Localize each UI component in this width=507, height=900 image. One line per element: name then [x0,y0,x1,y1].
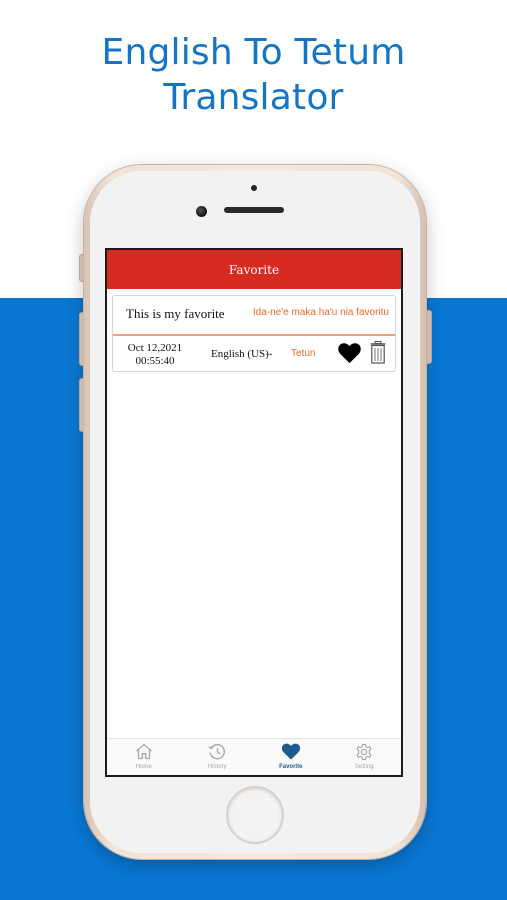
source-language: English (US) [211,348,269,360]
favorite-card-texts: This is my favorite Ida-ne'e maka ha'u n… [113,296,395,336]
phone-power-button [425,310,432,364]
target-language: Tetun [291,348,316,359]
source-text: This is my favorite [126,306,225,321]
tab-home-label: Home [135,764,152,770]
heart-icon [281,743,300,760]
promo-headline: English To Tetum Translator [0,30,507,120]
timestamp: Oct 12,2021 00:55:40 [125,342,185,368]
translated-text: Ida-ne'e maka ha'u nia favoritu [252,307,389,318]
tab-favorite[interactable]: Favorite [254,739,328,775]
tab-history-label: History [207,764,227,770]
favorite-card-meta: Oct 12,2021 00:55:40 English (US) → Tetu… [113,336,395,373]
headline-line-2: Translator [163,77,344,118]
trash-icon[interactable] [370,341,386,364]
earpiece-speaker [224,207,284,213]
tab-setting[interactable]: Setting [328,739,402,775]
history-icon [208,744,226,760]
app-header: Favorite [107,250,401,289]
favorite-time: 00:55:40 [135,355,175,367]
arrow-right-icon: → [264,348,274,359]
heart-filled-icon[interactable] [338,342,361,364]
front-camera-icon [196,206,207,217]
favorite-card[interactable]: This is my favorite Ida-ne'e maka ha'u n… [112,295,396,372]
tab-home[interactable]: Home [107,739,181,775]
bottom-tab-bar: Home History Favorite Setting [107,738,401,775]
proximity-sensor [251,185,257,191]
tab-history[interactable]: History [181,739,255,775]
home-icon [135,743,152,760]
app-screen: Favorite This is my favorite Ida-ne'e ma… [105,248,403,777]
phone-home-button[interactable] [226,786,284,844]
favorite-date: Oct 12,2021 [127,342,183,354]
tab-setting-label: Setting [354,764,374,770]
gear-icon [356,743,372,761]
page-title: Favorite [228,263,280,277]
headline-line-1: English To Tetum [101,32,406,73]
tab-favorite-label: Favorite [279,764,303,770]
